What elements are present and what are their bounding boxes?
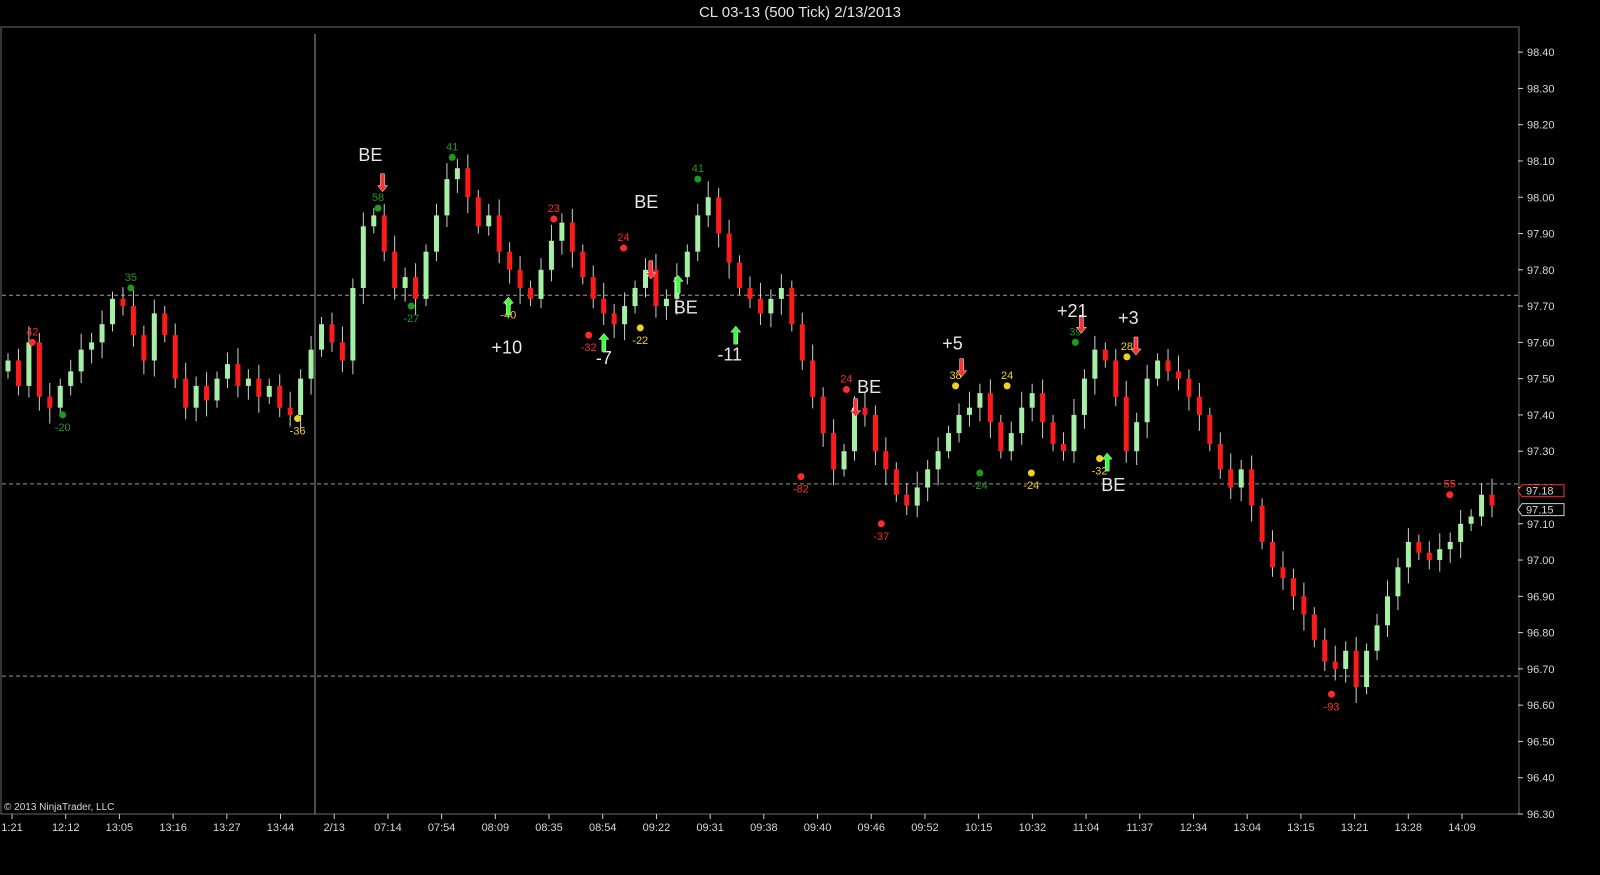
swing-label: 35 (125, 272, 137, 284)
y-tick-label: 97.90 (1527, 229, 1555, 241)
y-tick-label: 97.10 (1527, 519, 1555, 531)
y-tick-label: 98.30 (1527, 83, 1555, 95)
x-tick-label: 13:04 (1233, 822, 1261, 834)
y-tick-label: 96.40 (1527, 773, 1555, 785)
x-tick-label: 13:15 (1287, 822, 1315, 834)
x-tick-label: 09:22 (643, 822, 671, 834)
swing-label: 55 (1444, 479, 1456, 491)
x-tick-label: 14:09 (1448, 822, 1476, 834)
trade-annotation: BE (674, 297, 698, 317)
y-tick-label: 97.60 (1527, 337, 1555, 349)
x-tick-label: 2/13 (324, 822, 345, 834)
x-tick-label: 13:27 (213, 822, 241, 834)
x-tick-label: 08:09 (482, 822, 510, 834)
x-tick-label: 12:12 (52, 822, 80, 834)
x-tick-label: 1:21 (1, 822, 22, 834)
trade-annotation: +3 (1118, 308, 1139, 328)
candle (1259, 498, 1265, 550)
swing-label: 28 (1121, 341, 1133, 353)
trade-annotation: -11 (717, 345, 742, 365)
x-tick-label: 07:54 (428, 822, 456, 834)
price-chart[interactable]: 42 -20 35 -36 58 -27 41 -40 23 -32 24 -22 41 -82 24 -37… (0, 26, 1600, 875)
x-tick-label: 13:28 (1395, 822, 1423, 834)
x-tick-label: 09:46 (857, 822, 885, 834)
x-tick-label: 09:52 (911, 822, 939, 834)
swing-label: 58 (372, 192, 384, 204)
y-tick-label: 96.70 (1527, 664, 1555, 676)
swing-label: -93 (1324, 701, 1340, 713)
candle (789, 280, 795, 332)
time-axis[interactable]: 1:21 12:12 13:05 13:16 13:27 13:44 2/13 07:14 07… (1, 814, 1476, 834)
candle (1364, 643, 1370, 695)
swing-label: 41 (446, 141, 458, 153)
plot-area[interactable] (0, 26, 1520, 815)
x-tick-label: 08:35 (535, 822, 563, 834)
swing-label: -82 (793, 484, 809, 496)
y-tick-label: 98.10 (1527, 156, 1555, 168)
svg-text:97.15: 97.15 (1526, 505, 1554, 517)
y-tick-label: 96.90 (1527, 591, 1555, 603)
trade-annotation: BE (857, 377, 881, 397)
x-tick-label: 09:40 (804, 822, 832, 834)
swing-label: -36 (290, 426, 306, 438)
x-tick-label: 13:05 (106, 822, 134, 834)
trade-annotation: +5 (942, 334, 963, 354)
y-tick-label: 96.50 (1527, 736, 1555, 748)
price-marker: 97.18 (1517, 484, 1565, 498)
swing-label: 42 (26, 326, 38, 338)
y-tick-label: 97.50 (1527, 374, 1555, 386)
y-tick-label: 98.00 (1527, 192, 1555, 204)
swing-label: -37 (873, 531, 889, 543)
candle (423, 244, 429, 307)
trade-annotation: +21 (1057, 301, 1088, 321)
x-tick-label: 13:16 (159, 822, 187, 834)
x-tick-label: 09:38 (750, 822, 778, 834)
trade-annotation: +10 (492, 337, 523, 357)
swing-label: -20 (55, 422, 71, 434)
swing-label: -24 (972, 480, 988, 492)
y-tick-label: 97.80 (1527, 265, 1555, 277)
x-tick-label: 11:37 (1126, 822, 1153, 834)
x-tick-label: 10:15 (965, 822, 993, 834)
y-tick-label: 97.70 (1527, 301, 1555, 313)
y-tick-label: 96.30 (1527, 809, 1555, 821)
x-tick-label: 07:14 (374, 822, 402, 834)
x-tick-label: 10:32 (1019, 822, 1047, 834)
trade-annotation: BE (1101, 475, 1125, 495)
copyright-text: © 2013 NinjaTrader, LLC (4, 802, 114, 813)
y-tick-label: 96.60 (1527, 700, 1555, 712)
swing-label: -24 (1023, 480, 1039, 492)
trade-annotation: -7 (596, 348, 612, 368)
svg-text:97.18: 97.18 (1526, 486, 1554, 498)
swing-label: -27 (403, 313, 419, 325)
y-tick-label: 98.20 (1527, 120, 1555, 132)
trade-annotation: BE (634, 192, 658, 212)
swing-label: 23 (548, 203, 560, 215)
x-tick-label: 13:21 (1341, 822, 1369, 834)
y-tick-label: 97.30 (1527, 446, 1555, 458)
swing-label: 24 (617, 232, 629, 244)
x-tick-label: 09:31 (696, 822, 724, 834)
price-marker: 97.15 (1517, 503, 1565, 517)
y-tick-label: 97.00 (1527, 555, 1555, 567)
y-tick-label: 96.80 (1527, 628, 1555, 640)
trade-annotation: BE (358, 145, 382, 165)
swing-label: -32 (581, 342, 597, 354)
x-tick-label: 12:34 (1180, 822, 1208, 834)
swing-label: 24 (840, 374, 852, 386)
swing-label: 24 (1001, 370, 1013, 382)
x-tick-label: 13:44 (267, 822, 295, 834)
swing-label: -22 (632, 335, 648, 347)
price-axis[interactable]: 98.40 98.30 98.20 98.10 98.00 97.90 97.80 97.70… (1517, 47, 1565, 821)
x-tick-label: 08:54 (589, 822, 617, 834)
chart-canvas[interactable]: 42-2035-3658-2741-4023-3224-2241-8224-37… (0, 26, 1600, 875)
y-tick-label: 97.40 (1527, 410, 1555, 422)
swing-label: 41 (692, 163, 704, 175)
candle (350, 278, 356, 375)
window-title: CL 03-13 (500 Tick) 2/13/2013 (0, 0, 1600, 26)
x-tick-label: 11:04 (1073, 822, 1100, 834)
y-tick-label: 98.40 (1527, 47, 1555, 59)
